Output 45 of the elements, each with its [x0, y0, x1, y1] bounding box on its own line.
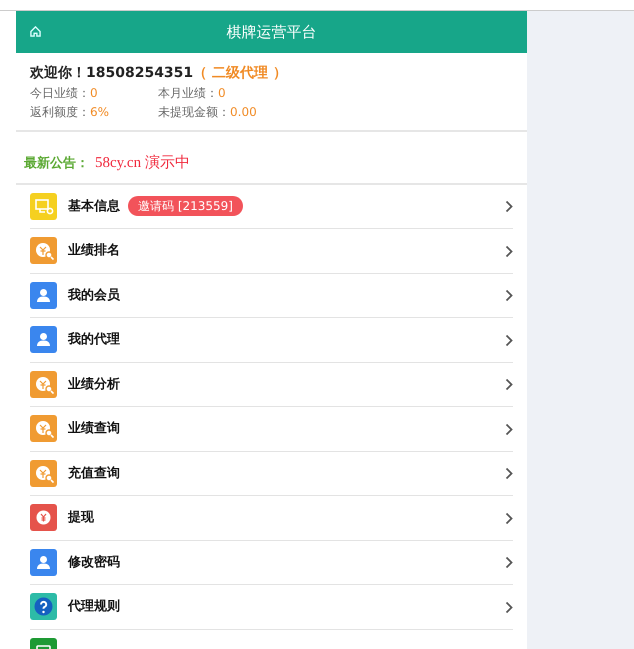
menu-item[interactable]: 基本信息 邀请码 [213559] [30, 184, 513, 229]
user-icon [30, 282, 57, 309]
yen-icon [30, 504, 57, 532]
menu-item[interactable]: 修改密码 [30, 540, 513, 585]
stat-value: 0 [218, 86, 226, 100]
chevron-right-icon [505, 244, 513, 258]
menu-item[interactable]: 代理规则 [30, 585, 513, 630]
monitor-icon [30, 192, 57, 220]
user-icon [30, 326, 57, 354]
stat-value: 0 [90, 86, 98, 100]
chevron-right-icon [505, 378, 513, 392]
coin-search-icon [30, 415, 57, 442]
chevron-right-icon [505, 422, 513, 436]
chevron-right-icon [505, 512, 513, 525]
help-icon [30, 593, 57, 620]
chevron-right-icon [505, 200, 513, 214]
user-icon [30, 548, 57, 576]
coin-search-icon [30, 460, 57, 487]
stat-value: 0.00 [230, 105, 257, 119]
stat-label: 返利额度： [30, 105, 90, 119]
stat-label: 今日业绩： [30, 86, 90, 100]
menu-item[interactable]: 业绩查询 [30, 407, 513, 452]
coin-search-icon [30, 370, 57, 398]
page-title: 棋牌运营平台 [226, 22, 316, 43]
chevron-right-icon [505, 289, 513, 302]
notice-text: 58cy.cn 演示中 [95, 155, 190, 171]
home-icon[interactable] [30, 26, 41, 37]
chevron-right-icon [505, 600, 513, 614]
stat-label: 未提现金额： [158, 105, 230, 119]
chevron-right-icon [505, 467, 513, 480]
chevron-right-icon [505, 334, 513, 347]
coin-search-icon [30, 237, 57, 264]
invite-code-badge: 邀请码 [213559] [128, 196, 243, 216]
menu-item[interactable]: 提现 [30, 496, 513, 540]
notice-label: 最新公告： [24, 156, 89, 171]
agent-level: （ 二级代理 ） [193, 65, 287, 81]
menu-item[interactable]: 充值查询 [30, 452, 513, 496]
menu-item[interactable]: 我的代理 [30, 318, 513, 362]
stat-value: 6% [90, 105, 110, 119]
stat-label: 本月业绩： [158, 86, 218, 100]
menu-item[interactable]: 业绩分析 [30, 362, 513, 407]
chevron-right-icon [505, 556, 513, 570]
welcome-text: 欢迎你！18508254351 [30, 65, 194, 81]
menu-item[interactable]: 业绩排名 [30, 229, 513, 274]
menu-item[interactable]: 我的会员 [30, 274, 513, 318]
